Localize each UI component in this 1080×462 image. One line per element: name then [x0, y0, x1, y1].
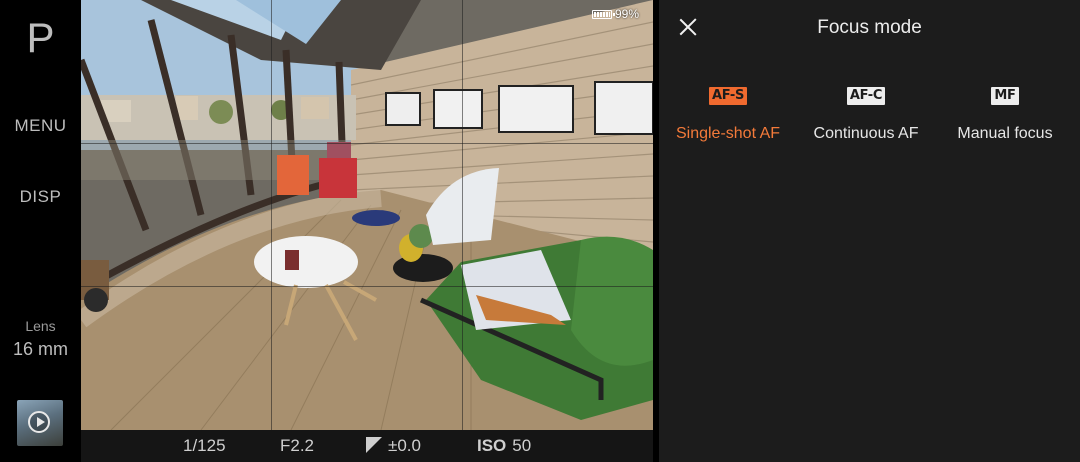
left-rail: P MENU DISP Lens 16 mm: [0, 0, 81, 462]
focus-option-af-s[interactable]: AF-S Single-shot AF: [658, 86, 798, 143]
af-s-icon: AF-S: [708, 87, 748, 105]
live-view-image: [81, 0, 653, 430]
focus-option-label: Continuous AF: [813, 125, 919, 142]
lens-value[interactable]: 16 mm: [0, 339, 81, 360]
shooting-mode-indicator[interactable]: P: [0, 14, 81, 62]
focus-option-label: Single-shot AF: [675, 125, 781, 142]
battery-percent: 99%: [614, 7, 639, 21]
focus-option-af-c[interactable]: AF-C Continuous AF: [796, 86, 936, 143]
exposure-compensation[interactable]: ±0.0: [366, 436, 421, 456]
panel-title: Focus mode: [817, 17, 922, 38]
focus-option-mf[interactable]: MF Manual focus: [935, 86, 1075, 143]
focus-option-label: Manual focus: [957, 125, 1053, 142]
iso-label: ISO: [477, 436, 507, 455]
menu-button[interactable]: MENU: [0, 116, 81, 136]
battery-icon: [591, 9, 615, 19]
focus-mode-panel: Focus mode AF-S Single-shot AF AF-C Cont…: [659, 0, 1080, 462]
grid-line-vertical: [462, 0, 463, 430]
exposure-compensation-value: ±0.0: [388, 436, 421, 455]
aperture[interactable]: F2.2: [280, 436, 314, 456]
grid-line-horizontal: [81, 286, 653, 287]
grid-line-vertical: [271, 0, 272, 430]
exposure-status-bar: 1/125 F2.2 ±0.0 ISO 50: [81, 430, 653, 462]
last-capture-thumbnail[interactable]: [17, 400, 63, 446]
grid-line-horizontal: [81, 143, 653, 144]
lens-label: Lens: [25, 318, 56, 334]
disp-button[interactable]: DISP: [0, 187, 81, 207]
play-icon: [28, 411, 50, 433]
battery-indicator: 99%: [591, 7, 639, 21]
viewfinder[interactable]: 99%: [81, 0, 653, 430]
iso-value: 50: [512, 436, 532, 455]
shutter-speed[interactable]: 1/125: [183, 436, 226, 456]
af-c-icon: AF-C: [846, 87, 886, 105]
mf-icon: MF: [991, 87, 1019, 105]
exposure-compensation-icon: [366, 437, 382, 453]
iso-setting[interactable]: ISO 50: [477, 436, 531, 456]
